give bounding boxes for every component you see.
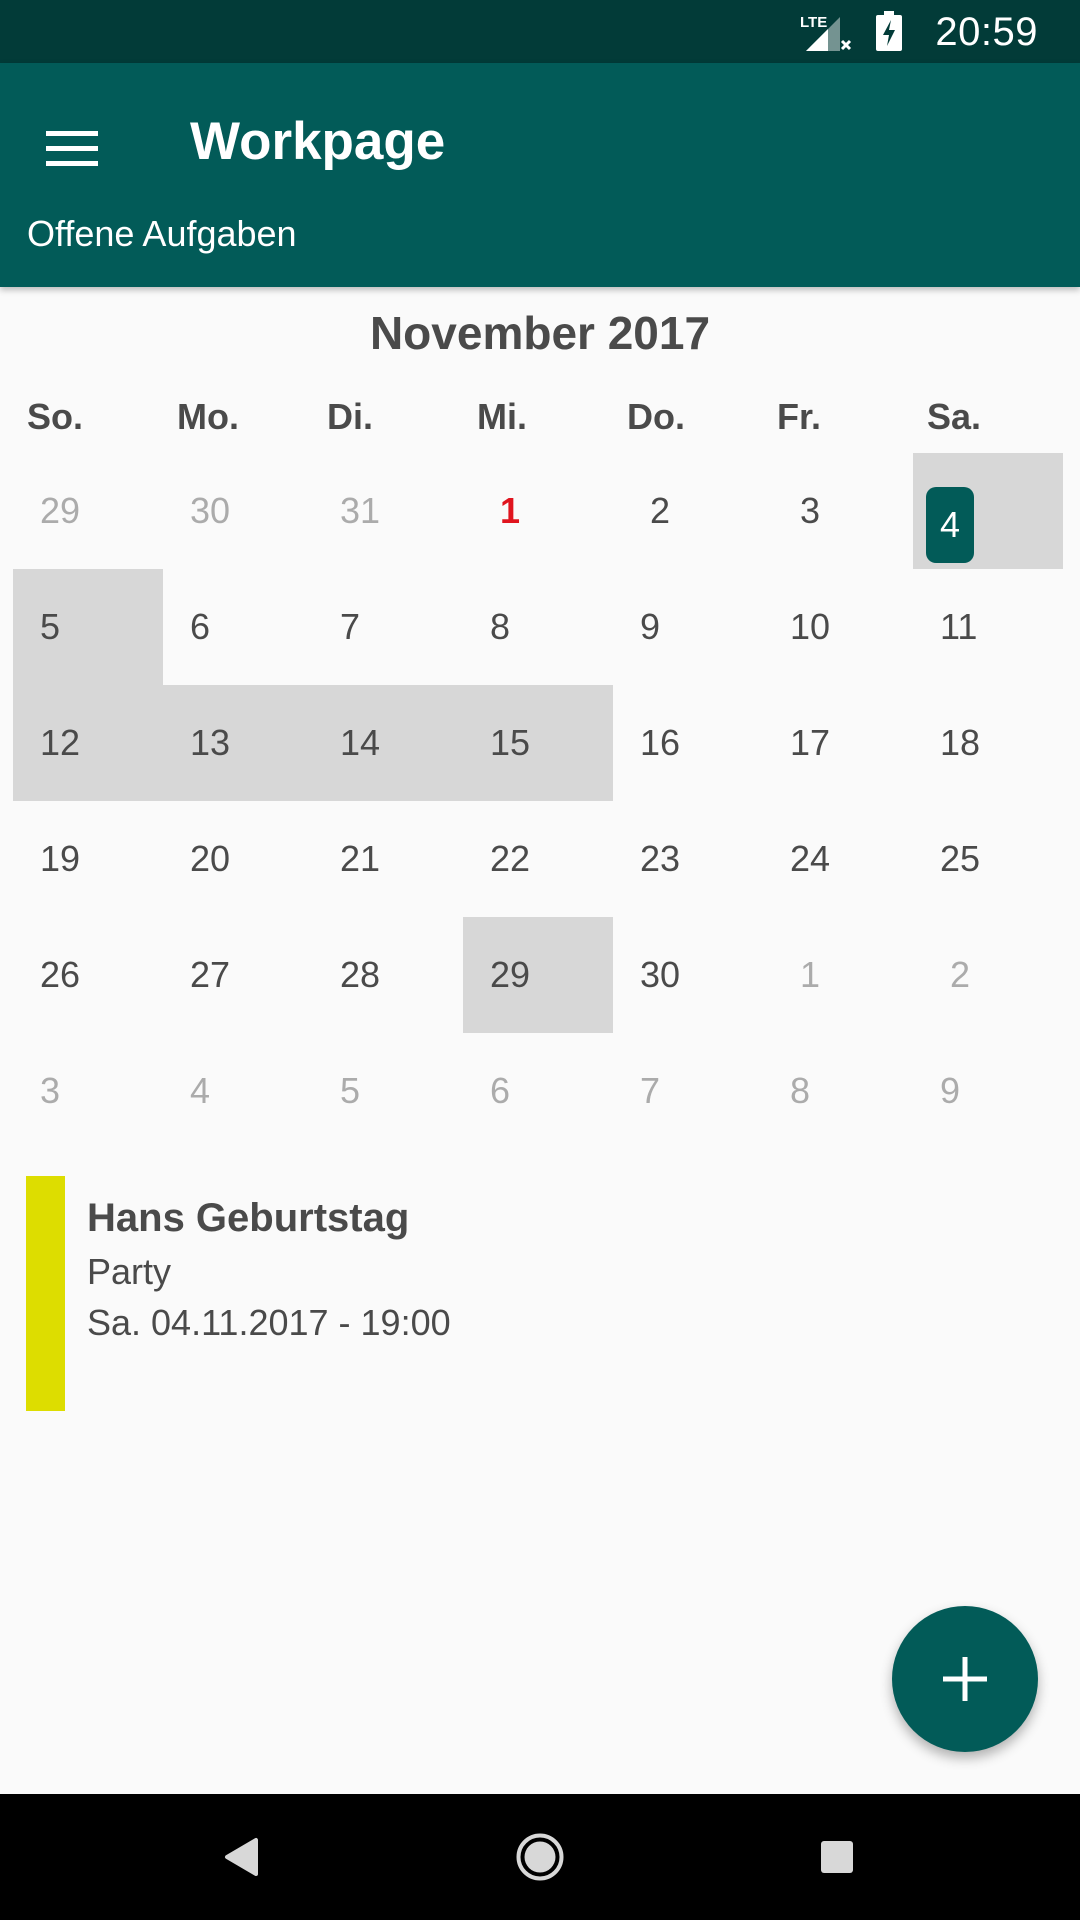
calendar-day[interactable]: 13 — [163, 685, 313, 801]
weekday-label: Sa. — [927, 396, 982, 437]
calendar-day[interactable]: 3 — [13, 1033, 163, 1149]
calendar-day[interactable]: 7 — [313, 569, 463, 685]
calendar-day[interactable]: 25 — [913, 801, 1063, 917]
calendar-day[interactable]: 30 — [613, 917, 763, 1033]
calendar-day[interactable]: 2 — [613, 453, 763, 569]
calendar-day[interactable]: 11 — [913, 569, 1063, 685]
app-subtitle: Offene Aufgaben — [27, 213, 297, 254]
svg-text:LTE: LTE — [800, 14, 827, 31]
lte-signal-icon: LTE — [800, 14, 852, 51]
calendar-day[interactable]: 9 — [613, 569, 763, 685]
event-title: Hans Geburtstag — [87, 1196, 410, 1240]
calendar-day[interactable]: 19 — [13, 801, 163, 917]
status-time: 20:59 — [935, 10, 1038, 54]
recents-button[interactable] — [797, 1817, 877, 1897]
calendar-day[interactable]: 8 — [463, 569, 613, 685]
plus-icon — [943, 1657, 987, 1701]
calendar-day[interactable]: 30 — [163, 453, 313, 569]
calendar-day[interactable]: 5 — [13, 569, 163, 685]
navigation-bar — [0, 1794, 1080, 1920]
calendar-day[interactable]: 9 — [913, 1033, 1063, 1149]
menu-button[interactable] — [28, 105, 116, 193]
status-bar: LTE 20:59 — [0, 0, 1080, 63]
calendar-day[interactable]: 21 — [313, 801, 463, 917]
calendar-day[interactable]: 7 — [613, 1033, 763, 1149]
calendar-day[interactable]: 20 — [163, 801, 313, 917]
weekday-label: So. — [27, 396, 84, 437]
calendar-day[interactable]: 22 — [463, 801, 613, 917]
calendar-day[interactable]: 8 — [763, 1033, 913, 1149]
calendar-day[interactable]: 28 — [313, 917, 463, 1033]
back-button[interactable] — [201, 1817, 281, 1897]
calendar-day[interactable]: 6 — [163, 569, 313, 685]
calendar-day[interactable]: 17 — [763, 685, 913, 801]
calendar-day[interactable]: 31 — [313, 453, 463, 569]
app-bar: Workpage Offene Aufgaben — [0, 63, 1080, 287]
calendar-day[interactable]: 10 — [763, 569, 913, 685]
calendar-day[interactable]: 5 — [313, 1033, 463, 1149]
battery-charging-icon — [876, 11, 902, 51]
event-color-bar — [26, 1176, 65, 1411]
calendar-day[interactable]: 4 — [163, 1033, 313, 1149]
calendar-day[interactable]: 26 — [13, 917, 163, 1033]
calendar-grid: 29 30 31 1 2 3 4 5 6 7 8 9 10 11 12 13 1… — [13, 453, 1063, 1149]
home-button[interactable] — [500, 1817, 580, 1897]
calendar-day-today[interactable]: 1 — [463, 453, 613, 569]
weekday-label: Do. — [627, 396, 685, 437]
weekday-label: Mi. — [477, 396, 527, 437]
calendar-day[interactable]: 1 — [763, 917, 913, 1033]
calendar-day[interactable]: 23 — [613, 801, 763, 917]
add-event-button[interactable] — [892, 1606, 1038, 1752]
event-datetime: Sa. 04.11.2017 - 19:00 — [87, 1302, 451, 1343]
weekday-label: Fr. — [777, 396, 822, 437]
weekday-label: Mo. — [177, 396, 239, 437]
back-icon — [225, 1838, 258, 1876]
calendar-day[interactable]: 29 — [13, 453, 163, 569]
menu-icon — [46, 131, 98, 166]
calendar-day[interactable]: 14 — [313, 685, 463, 801]
month-title: November 2017 — [369, 307, 711, 359]
calendar-day[interactable]: 27 — [163, 917, 313, 1033]
calendar-day[interactable]: 3 — [763, 453, 913, 569]
calendar-day-selected[interactable]: 4 — [913, 453, 1063, 569]
event-item[interactable]: Hans Geburtstag Party Sa. 04.11.2017 - 1… — [26, 1176, 1046, 1411]
recents-icon — [821, 1841, 853, 1873]
calendar-day[interactable]: 18 — [913, 685, 1063, 801]
calendar-day[interactable]: 15 — [463, 685, 613, 801]
calendar-day[interactable]: 2 — [913, 917, 1063, 1033]
weekday-header: So. Mo. Di. Mi. Do. Fr. Sa. — [13, 393, 1063, 441]
home-icon — [516, 1833, 564, 1881]
calendar-day[interactable]: 16 — [613, 685, 763, 801]
calendar-day[interactable]: 12 — [13, 685, 163, 801]
app-title: Workpage — [190, 112, 446, 171]
event-description: Party — [87, 1251, 172, 1292]
calendar-day[interactable]: 29 — [463, 917, 613, 1033]
calendar-day[interactable]: 24 — [763, 801, 913, 917]
calendar-day[interactable]: 6 — [463, 1033, 613, 1149]
weekday-label: Di. — [327, 396, 374, 437]
